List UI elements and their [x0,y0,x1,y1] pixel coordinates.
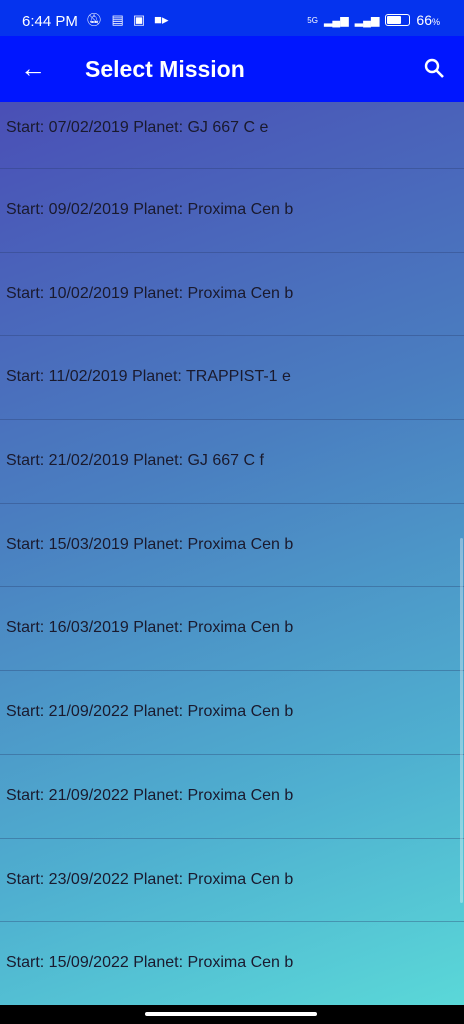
home-indicator[interactable] [145,1012,317,1016]
mission-list: Start: 07/02/2019 Planet: GJ 667 C e Star… [0,102,464,1005]
notifications-off-icon: 🔕︎ [86,12,103,27]
mission-label: Start: 07/02/2019 Planet: GJ 667 C e [6,119,269,136]
mission-label: Start: 21/09/2022 Planet: Proxima Cen b [6,703,294,721]
mission-label: Start: 21/02/2019 Planet: GJ 667 C f [6,452,264,470]
mission-label: Start: 15/03/2019 Planet: Proxima Cen b [6,535,294,553]
mission-list-item[interactable]: Start: 10/02/2019 Planet: Proxima Cen b [0,253,464,337]
page-title: Select Mission [85,56,245,82]
mission-list-item[interactable]: Start: 21/09/2022 Planet: Proxima Cen b [0,671,464,755]
navigation-bar [0,1005,464,1024]
battery-icon [385,14,411,26]
status-bar: 6:44 PM 🔕︎ ▤ ▣ ■▸ 5G ▂▄▆ ▂▄▆ 66% [0,0,464,36]
app-bar: ← Select Mission [0,36,464,102]
network-type: 5G [307,15,318,25]
window-icon: ▤ [111,12,124,27]
chart-icon: ▣ [132,12,146,27]
mission-list-item[interactable]: Start: 21/09/2022 Planet: Proxima Cen b [0,755,464,839]
arrow-left-icon[interactable]: ← [20,54,46,82]
signal-icon-2: ▂▄▆ [354,14,380,27]
mission-label: Start: 16/03/2019 Planet: Proxima Cen b [6,619,294,637]
mission-label: Start: 10/02/2019 Planet: Proxima Cen b [6,284,294,302]
video-camera-icon: ■▸ [154,12,169,27]
mission-list-item[interactable]: Start: 16/03/2019 Planet: Proxima Cen b [0,587,464,672]
search-icon[interactable] [422,56,446,80]
mission-list-item[interactable]: Start: 23/09/2022 Planet: Proxima Cen b [0,839,464,923]
mission-list-item[interactable]: Start: 09/02/2019 Planet: Proxima Cen b [0,169,464,253]
mission-label: Start: 09/02/2019 Planet: Proxima Cen b [6,201,294,218]
battery-percent: 66 [416,12,432,28]
mission-label: Start: 15/09/2022 Planet: Proxima Cen b [6,954,294,972]
mission-label: Start: 11/02/2019 Planet: TRAPPIST-1 e [6,368,291,386]
signal-icon: ▂▄▆ [323,14,349,27]
mission-label: Start: 21/09/2022 Planet: Proxima Cen b [6,786,294,804]
status-time: 6:44 PM [22,13,78,30]
mission-list-item[interactable]: Start: 21/02/2019 Planet: GJ 667 C f [0,420,464,504]
scrollbar[interactable] [460,538,463,903]
mission-list-item[interactable]: Start: 15/09/2022 Planet: Proxima Cen b [0,922,464,1005]
mission-label: Start: 23/09/2022 Planet: Proxima Cen b [6,870,294,888]
mission-list-item[interactable]: Start: 11/02/2019 Planet: TRAPPIST-1 e [0,336,464,421]
mission-list-item[interactable]: Start: 07/02/2019 Planet: GJ 667 C e [0,102,464,169]
mission-list-item[interactable]: Start: 15/03/2019 Planet: Proxima Cen b [0,504,464,588]
